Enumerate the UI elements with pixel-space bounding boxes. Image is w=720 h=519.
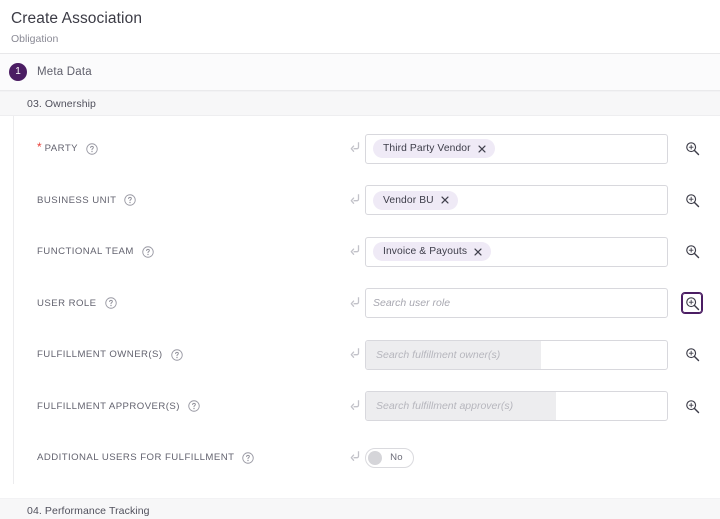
additional-users-toggle[interactable]: No xyxy=(365,448,414,468)
search-input[interactable]: Vendor BU xyxy=(365,185,668,215)
disabled-placeholder: Search fulfillment approver(s) xyxy=(376,400,513,412)
selected-chip[interactable]: Third Party Vendor xyxy=(373,139,495,158)
search-input[interactable]: Third Party Vendor xyxy=(365,134,668,164)
field-control-group: Invoice & Payouts xyxy=(365,237,720,267)
section-header-performance-tracking[interactable]: 04. Performance Tracking xyxy=(0,498,720,519)
field-label: BUSINESS UNIT xyxy=(37,195,116,206)
field-label-group: BUSINESS UNIT xyxy=(15,194,345,206)
field-label-group: FULFILLMENT APPROVER(S) xyxy=(15,400,345,412)
field-control-group: Vendor BU xyxy=(365,185,720,215)
step-bar[interactable]: 1 Meta Data xyxy=(0,54,720,91)
disabled-search-input: Search fulfillment approver(s) xyxy=(365,391,668,421)
zoom-in-icon[interactable] xyxy=(685,141,700,156)
field-hook-indicator xyxy=(345,141,365,156)
field-hook-indicator xyxy=(345,193,365,208)
field-label-group: FULFILLMENT OWNER(S) xyxy=(15,349,345,361)
left-gutter xyxy=(0,116,14,484)
arrow-down-hook-icon xyxy=(350,244,361,259)
help-circle-icon[interactable] xyxy=(142,246,154,258)
form-row: ADDITIONAL USERS FOR FULFILLMENT No xyxy=(15,432,720,484)
section-header-ownership[interactable]: 03. Ownership xyxy=(0,91,720,116)
disabled-placeholder: Search fulfillment owner(s) xyxy=(376,349,500,361)
field-hook-indicator xyxy=(345,399,365,414)
zoom-search-button[interactable] xyxy=(681,292,703,314)
close-x-icon[interactable] xyxy=(478,145,486,153)
disabled-field-fill: Search fulfillment owner(s) xyxy=(366,341,541,369)
form-row: FUNCTIONAL TEAM Invoice & Payouts xyxy=(15,226,720,278)
field-label: USER ROLE xyxy=(37,298,97,309)
arrow-down-hook-icon xyxy=(350,450,361,465)
page-title: Create Association xyxy=(11,9,720,29)
zoom-search-button[interactable] xyxy=(681,138,703,160)
zoom-in-icon[interactable] xyxy=(685,399,700,414)
field-label: ADDITIONAL USERS FOR FULFILLMENT xyxy=(37,452,234,463)
field-control-group: Third Party Vendor xyxy=(365,134,720,164)
zoom-search-button[interactable] xyxy=(681,241,703,263)
zoom-search-button[interactable] xyxy=(681,395,703,417)
selected-chip[interactable]: Invoice & Payouts xyxy=(373,242,491,261)
close-x-icon[interactable] xyxy=(474,248,482,256)
zoom-search-button[interactable] xyxy=(681,189,703,211)
chip-label: Vendor BU xyxy=(383,195,434,206)
zoom-in-icon[interactable] xyxy=(685,244,700,259)
search-input[interactable]: Search user role xyxy=(365,288,668,318)
zoom-in-icon[interactable] xyxy=(685,347,700,362)
field-hook-indicator xyxy=(345,296,365,311)
disabled-field-fill: Search fulfillment approver(s) xyxy=(366,392,556,420)
ownership-form: *PARTY Third Party Vendor BUSINESS UNIT Ven… xyxy=(0,116,720,484)
help-circle-icon[interactable] xyxy=(171,349,183,361)
step-number-badge: 1 xyxy=(9,63,27,81)
field-label-group: ADDITIONAL USERS FOR FULFILLMENT xyxy=(15,452,345,464)
arrow-down-hook-icon xyxy=(350,193,361,208)
arrow-down-hook-icon xyxy=(350,141,361,156)
form-row: *PARTY Third Party Vendor xyxy=(15,123,720,175)
form-row: BUSINESS UNIT Vendor BU xyxy=(15,175,720,227)
toggle-knob xyxy=(368,451,382,465)
chip-label: Third Party Vendor xyxy=(383,143,471,154)
field-hook-indicator xyxy=(345,244,365,259)
field-control-group: No xyxy=(365,448,720,468)
field-label-group: USER ROLE xyxy=(15,297,345,309)
arrow-down-hook-icon xyxy=(350,347,361,362)
section-header-ownership-label: 03. Ownership xyxy=(27,98,96,110)
form-row: USER ROLE Search user role xyxy=(15,278,720,330)
form-row: FULFILLMENT APPROVER(S) Search fulfillmen… xyxy=(15,381,720,433)
zoom-in-icon[interactable] xyxy=(685,296,700,311)
chip-label: Invoice & Payouts xyxy=(383,246,467,257)
zoom-search-button[interactable] xyxy=(681,344,703,366)
close-x-icon[interactable] xyxy=(441,196,449,204)
section-header-performance-tracking-label: 04. Performance Tracking xyxy=(27,505,150,517)
help-circle-icon[interactable] xyxy=(86,143,98,155)
help-circle-icon[interactable] xyxy=(242,452,254,464)
search-input[interactable]: Invoice & Payouts xyxy=(365,237,668,267)
form-row: FULFILLMENT OWNER(S) Search fulfillment o… xyxy=(15,329,720,381)
page-subtitle: Obligation xyxy=(11,32,720,46)
arrow-down-hook-icon xyxy=(350,296,361,311)
required-asterisk: * xyxy=(37,141,42,153)
help-circle-icon[interactable] xyxy=(188,400,200,412)
help-circle-icon[interactable] xyxy=(124,194,136,206)
field-label-group: FUNCTIONAL TEAM xyxy=(15,246,345,258)
field-hook-indicator xyxy=(345,450,365,465)
form-rows: *PARTY Third Party Vendor BUSINESS UNIT Ven… xyxy=(15,116,720,484)
page-header: Create Association Obligation xyxy=(0,0,720,54)
step-label: Meta Data xyxy=(37,66,92,78)
field-label: PARTY xyxy=(45,143,78,154)
disabled-search-input: Search fulfillment owner(s) xyxy=(365,340,668,370)
field-control-group: Search fulfillment owner(s) xyxy=(365,340,720,370)
selected-chip[interactable]: Vendor BU xyxy=(373,191,458,210)
zoom-in-icon[interactable] xyxy=(685,193,700,208)
field-control-group: Search user role xyxy=(365,288,720,318)
toggle-value-label: No xyxy=(382,452,411,463)
field-control-group: Search fulfillment approver(s) xyxy=(365,391,720,421)
arrow-down-hook-icon xyxy=(350,399,361,414)
help-circle-icon[interactable] xyxy=(105,297,117,309)
field-label: FULFILLMENT OWNER(S) xyxy=(37,349,163,360)
field-hook-indicator xyxy=(345,347,365,362)
field-label: FULFILLMENT APPROVER(S) xyxy=(37,401,180,412)
input-placeholder: Search user role xyxy=(373,297,450,309)
field-label: FUNCTIONAL TEAM xyxy=(37,246,134,257)
form-bottom-spacer xyxy=(0,484,720,498)
field-label-group: *PARTY xyxy=(15,143,345,155)
